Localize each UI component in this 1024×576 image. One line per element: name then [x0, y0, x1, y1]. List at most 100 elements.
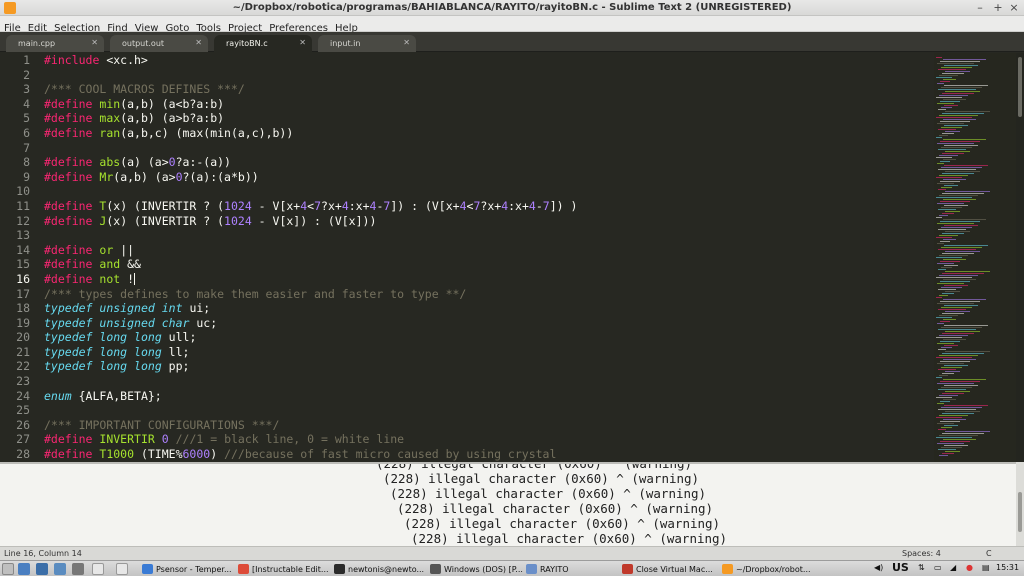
code-line[interactable]: #define max(a,b) (a>b?a:b): [44, 111, 924, 126]
minimize-button[interactable]: –: [974, 1, 986, 14]
syntax-mode[interactable]: C: [986, 549, 992, 558]
home-folder-icon[interactable]: [18, 563, 30, 575]
code-line[interactable]: typedef unsigned int ui;: [44, 301, 924, 316]
taskbar-window-button[interactable]: Windows (DOS) [P...: [428, 562, 524, 576]
minimap-line: [939, 415, 968, 416]
tab-main-cpp[interactable]: main.cpp ✕: [6, 35, 104, 52]
code-line[interactable]: #define min(a,b) (a<b?a:b): [44, 97, 924, 112]
code-line[interactable]: typedef unsigned char uc;: [44, 316, 924, 331]
code-line[interactable]: [44, 228, 924, 243]
scrollbar-thumb[interactable]: [1018, 492, 1022, 532]
code-line[interactable]: [44, 374, 924, 389]
taskbar-window-button[interactable]: newtonis@newto...: [332, 562, 428, 576]
code-line[interactable]: #define T(x) (INVERTIR ? (1024 - V[x+4<7…: [44, 199, 924, 214]
close-tab-icon[interactable]: ✕: [91, 38, 98, 47]
taskbar-window-button[interactable]: Close Virtual Mac...: [620, 562, 720, 576]
minimap-line: [942, 293, 954, 294]
minimap-line: [945, 71, 970, 72]
minimap-line: [940, 281, 970, 282]
minimap-line: [940, 301, 980, 302]
scrollbar-thumb[interactable]: [1018, 57, 1022, 117]
line-number: 16: [16, 271, 30, 286]
terminal-icon[interactable]: [72, 563, 84, 575]
code-line[interactable]: typedef long long ll;: [44, 345, 924, 360]
minimap-line: [943, 339, 966, 340]
chrome-tray-icon[interactable]: ●: [966, 563, 973, 572]
network-icon[interactable]: ⇅: [918, 563, 925, 572]
line-number: 24: [16, 388, 30, 403]
battery-icon[interactable]: ▭: [934, 563, 942, 572]
tab-input-in[interactable]: input.in ✕: [318, 35, 416, 52]
close-button[interactable]: ×: [1008, 1, 1020, 14]
menu-icon[interactable]: [2, 563, 14, 575]
code-line[interactable]: [44, 184, 924, 199]
code-line[interactable]: /*** IMPORTANT CONFIGURATIONS ***/: [44, 418, 924, 433]
settings-icon[interactable]: [54, 563, 66, 575]
minimap-line: [945, 111, 990, 112]
minimap-line: [944, 325, 988, 326]
code-line[interactable]: typedef long long ull;: [44, 330, 924, 345]
code-line[interactable]: #include <xc.h>: [44, 53, 924, 68]
maximize-button[interactable]: +: [992, 1, 1004, 14]
tab-rayitobn-c[interactable]: rayitoBN.c ✕: [214, 35, 312, 52]
minimap-line: [938, 149, 966, 150]
minimap-line: [938, 189, 946, 190]
minimap-line: [944, 245, 988, 246]
code-line[interactable]: #define INVERTIR 0 ///1 = black line, 0 …: [44, 432, 924, 447]
minimap-line: [938, 449, 956, 450]
code-line[interactable]: #define abs(a) (a>0?a:-(a)): [44, 155, 924, 170]
minimap-line: [941, 127, 962, 128]
line-number: 18: [16, 301, 30, 316]
code-line[interactable]: /*** types defines to make them easier a…: [44, 287, 924, 302]
close-tab-icon[interactable]: ✕: [299, 38, 306, 47]
minimap-line: [944, 165, 988, 166]
tab-output-out[interactable]: output.out ✕: [110, 35, 208, 52]
tab-label: rayitoBN.c: [226, 39, 268, 48]
code-line[interactable]: [44, 141, 924, 156]
code-line[interactable]: typedef long long pp;: [44, 359, 924, 374]
line-number: 1: [23, 53, 30, 67]
taskbar-window-button[interactable]: ~/Dropbox/robot...: [720, 562, 816, 576]
minimap-line: [942, 173, 974, 174]
code-line[interactable]: /*** COOL MACROS DEFINES ***/: [44, 82, 924, 97]
minimap-line: [942, 413, 974, 414]
code-editor[interactable]: 1 2 3 4 5 6 7 8 9 10 11 12 13 14 15 16 17 18 19 20 21 22 23 24 2…: [0, 53, 1016, 462]
workspace-2-icon[interactable]: [116, 563, 128, 575]
wifi-icon[interactable]: ◢: [950, 563, 956, 572]
file-manager-icon[interactable]: [36, 563, 48, 575]
editor-scrollbar[interactable]: [1016, 53, 1024, 462]
output-scrollbar[interactable]: [1016, 462, 1024, 546]
code-line[interactable]: #define T1000 (TIME%6000) ///because of …: [44, 447, 924, 462]
code-line[interactable]: #define Mr(a,b) (a>0?(a):(a*b)): [44, 170, 924, 185]
workspace-1-icon[interactable]: [92, 563, 104, 575]
keyboard-layout[interactable]: US: [892, 561, 909, 574]
taskbar-window-button[interactable]: [Instructable Edit...: [236, 562, 332, 576]
close-tab-icon[interactable]: ✕: [195, 38, 202, 47]
notification-icon[interactable]: ▤: [982, 563, 990, 572]
minimap-line: [942, 253, 974, 254]
volume-icon[interactable]: ◀): [874, 563, 883, 572]
clock[interactable]: 15:31: [996, 563, 1019, 572]
minimap-line: [940, 201, 970, 202]
taskbar-label: newtonis@newto...: [348, 565, 425, 574]
taskbar-window-button[interactable]: RAYITO: [524, 562, 620, 576]
minimap-line: [938, 269, 946, 270]
close-tab-icon[interactable]: ✕: [403, 38, 410, 47]
line-number: 9: [23, 169, 30, 184]
code-line[interactable]: #define ran(a,b,c) (max(min(a,c),b)): [44, 126, 924, 141]
code-line[interactable]: #define not !: [44, 272, 924, 287]
code-line[interactable]: enum {ALFA,BETA};: [44, 389, 924, 404]
indentation-setting[interactable]: Spaces: 4: [902, 549, 941, 558]
minimap-line: [938, 349, 946, 350]
code-line[interactable]: [44, 68, 924, 83]
code-line[interactable]: [44, 403, 924, 418]
minimap-line: [945, 331, 980, 332]
code-line[interactable]: #define J(x) (INVERTIR ? (1024 - V[x]) :…: [44, 214, 924, 229]
minimap-line: [938, 329, 976, 330]
taskbar-window-button[interactable]: Psensor - Temper...: [140, 562, 236, 576]
code-line[interactable]: #define and &&: [44, 257, 924, 272]
code-line[interactable]: #define or ||: [44, 243, 924, 258]
minimap[interactable]: [934, 53, 1016, 462]
build-output-panel[interactable]: (228) illegal character (0x60) ^ (warnin…: [0, 462, 1016, 546]
code-area[interactable]: #include <xc.h> /*** COOL MACROS DEFINES …: [44, 53, 924, 462]
